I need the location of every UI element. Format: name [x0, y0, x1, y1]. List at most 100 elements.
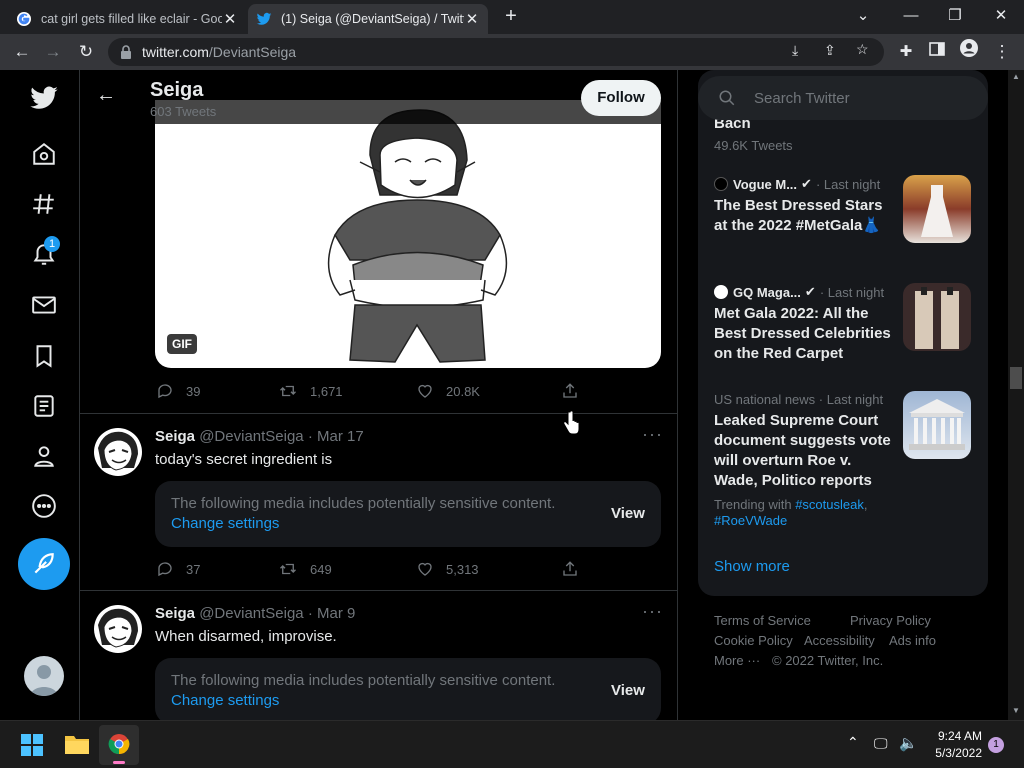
trend-item-roe[interactable]: US national news · Last night Leaked Sup… [714, 392, 894, 529]
reply-icon [158, 384, 172, 399]
follow-button[interactable]: Follow [581, 80, 661, 116]
url-path: /DeviantSeiga [208, 44, 297, 60]
hashtag-link[interactable]: #scotusleak [795, 497, 864, 512]
lists-icon[interactable] [22, 384, 66, 428]
back-icon[interactable]: ← [9, 39, 35, 65]
explore-hashtag-icon[interactable] [22, 182, 66, 226]
windows-start-icon[interactable] [20, 733, 44, 757]
change-settings-link[interactable]: Change settings [171, 515, 279, 532]
minimize-button[interactable]: — [896, 4, 926, 28]
tab-google-search[interactable]: cat girl gets filled like eclair - Goo ✕ [8, 4, 246, 34]
view-media-button[interactable]: View [611, 682, 645, 699]
notifications-bell-icon[interactable]: 1 [22, 232, 66, 276]
profile-sticky-header: ← Seiga 603 Tweets Follow [80, 70, 677, 124]
new-tab-button[interactable]: + [496, 4, 526, 28]
tab-search-icon[interactable]: ⌄ [848, 4, 878, 28]
tweet-gif-media[interactable]: GIF [155, 100, 661, 368]
trending-with-label: Trending with [714, 497, 792, 512]
extensions-icon[interactable]: ✚ [893, 39, 919, 65]
profile-person-icon[interactable] [22, 434, 66, 478]
network-icon[interactable]: 🖵 [874, 735, 888, 752]
cookie-link[interactable]: Cookie Policy [714, 633, 793, 648]
whats-happening-panel: Bach 49.6K Tweets Vogue M... ✔ · Last nigh… [698, 70, 988, 596]
share-action[interactable] [561, 560, 591, 578]
chrome-menu-icon[interactable]: ⋮ [989, 39, 1015, 65]
hashtag-separator: , [863, 497, 868, 512]
reload-icon[interactable]: ↻ [73, 39, 99, 65]
author-handle[interactable]: @DeviantSeiga [199, 605, 303, 622]
tweet-author-avatar[interactable] [94, 428, 142, 476]
accessibility-link[interactable]: Accessibility [804, 633, 875, 648]
active-app-indicator [113, 761, 125, 764]
back-arrow-icon[interactable]: ← [96, 84, 116, 107]
home-icon[interactable] [22, 132, 66, 176]
scrollbar-thumb[interactable] [1010, 367, 1022, 389]
messages-envelope-icon[interactable] [22, 283, 66, 327]
compose-tweet-button[interactable] [18, 538, 70, 590]
ads-info-link[interactable]: Ads info [889, 633, 936, 648]
reply-action[interactable]: 37 [156, 560, 200, 578]
more-link[interactable]: More ··· [714, 653, 760, 668]
tweet-more-icon[interactable]: ··· [642, 601, 663, 622]
tweet-date[interactable]: Mar 17 [317, 428, 364, 445]
notification-center-badge[interactable]: 1 [988, 737, 1004, 753]
profile-timeline: GIF ← Seiga 603 Tweets Follow 39 1,671 2… [80, 70, 678, 720]
bookmarks-icon[interactable] [22, 334, 66, 378]
chrome-taskbar-button[interactable] [99, 725, 139, 765]
tweet-more-icon[interactable]: ··· [642, 424, 663, 445]
file-explorer-icon[interactable] [64, 733, 90, 757]
view-media-button[interactable]: View [611, 505, 645, 522]
retweet-action[interactable]: 649 [278, 560, 332, 578]
default-avatar-icon [30, 665, 58, 696]
share-icon[interactable]: ⇪ [824, 42, 836, 59]
scroll-down-icon[interactable]: ▼ [1012, 706, 1020, 715]
share-action[interactable] [561, 382, 591, 400]
hashtag-link[interactable]: #RoeVWade [714, 513, 787, 528]
tray-chevron-icon[interactable]: ⌃ [847, 734, 859, 751]
tweet-text: today's secret ingredient is [155, 451, 333, 468]
gq-logo-icon [714, 285, 728, 299]
url-field[interactable]: twitter.com/DeviantSeiga ⤓ ⇪ ☆ [108, 38, 884, 66]
author-name[interactable]: Seiga [155, 605, 195, 622]
trend-item-metgala[interactable]: Vogue M... ✔ · Last night The Best Dressed… [714, 176, 894, 236]
terms-link[interactable]: Terms of Service [714, 613, 811, 628]
tweet-text: When disarmed, improvise. [155, 628, 337, 645]
install-app-icon[interactable]: ⤓ [792, 42, 798, 59]
right-sidebar: Bach 49.6K Tweets Vogue M... ✔ · Last nigh… [678, 70, 1008, 720]
show-more-link[interactable]: Show more [714, 558, 790, 575]
volume-icon[interactable]: 🔈 [899, 734, 918, 752]
author-name[interactable]: Seiga [155, 428, 195, 445]
tweet-date[interactable]: Mar 9 [317, 605, 355, 622]
twitter-page: 1 GIF ← Seiga 603 Tweets Follow 39 1,671… [0, 70, 1024, 720]
page-scrollbar[interactable]: ▲ ▼ [1008, 70, 1024, 720]
side-panel-icon[interactable] [924, 39, 950, 65]
bookmark-star-icon[interactable]: ☆ [856, 41, 869, 58]
close-tab-icon[interactable]: ✕ [222, 10, 238, 28]
author-handle[interactable]: @DeviantSeiga [199, 428, 303, 445]
reply-action[interactable]: 39 [156, 382, 200, 400]
scroll-up-icon[interactable]: ▲ [1012, 72, 1020, 81]
like-action[interactable]: 20.8K [416, 382, 480, 400]
heart-icon [418, 384, 432, 398]
clock-time[interactable]: 9:24 AM [930, 729, 982, 743]
tweet-author-avatar[interactable] [94, 605, 142, 653]
clock-date[interactable]: 5/3/2022 [930, 746, 982, 760]
news-time: · Last night [815, 176, 881, 192]
restore-button[interactable]: ❐ [940, 4, 970, 28]
address-bar-row: ← → ↻ twitter.com/DeviantSeiga ⤓ ⇪ ☆ ✚ ⋮ [0, 34, 1024, 70]
privacy-link[interactable]: Privacy Policy [850, 613, 931, 628]
twitter-logo-icon[interactable] [22, 76, 66, 120]
profile-icon[interactable] [956, 39, 982, 65]
account-avatar[interactable] [24, 656, 64, 696]
close-window-button[interactable]: ✕ [986, 4, 1016, 28]
like-action[interactable]: 5,313 [416, 560, 479, 578]
forward-icon[interactable]: → [40, 39, 66, 65]
hand-cursor-icon [563, 410, 580, 435]
more-circle-icon[interactable] [22, 484, 66, 528]
retweet-action[interactable]: 1,671 [278, 382, 343, 400]
change-settings-link[interactable]: Change settings [171, 692, 279, 709]
tab-twitter[interactable]: (1) Seiga (@DeviantSeiga) / Twitt ✕ [248, 4, 488, 34]
trend-item-gq[interactable]: GQ Maga... ✔ · Last night Met Gala 2022: A… [714, 284, 894, 364]
close-tab-icon[interactable]: ✕ [464, 10, 480, 28]
search-bar[interactable]: Search Twitter [698, 76, 988, 120]
